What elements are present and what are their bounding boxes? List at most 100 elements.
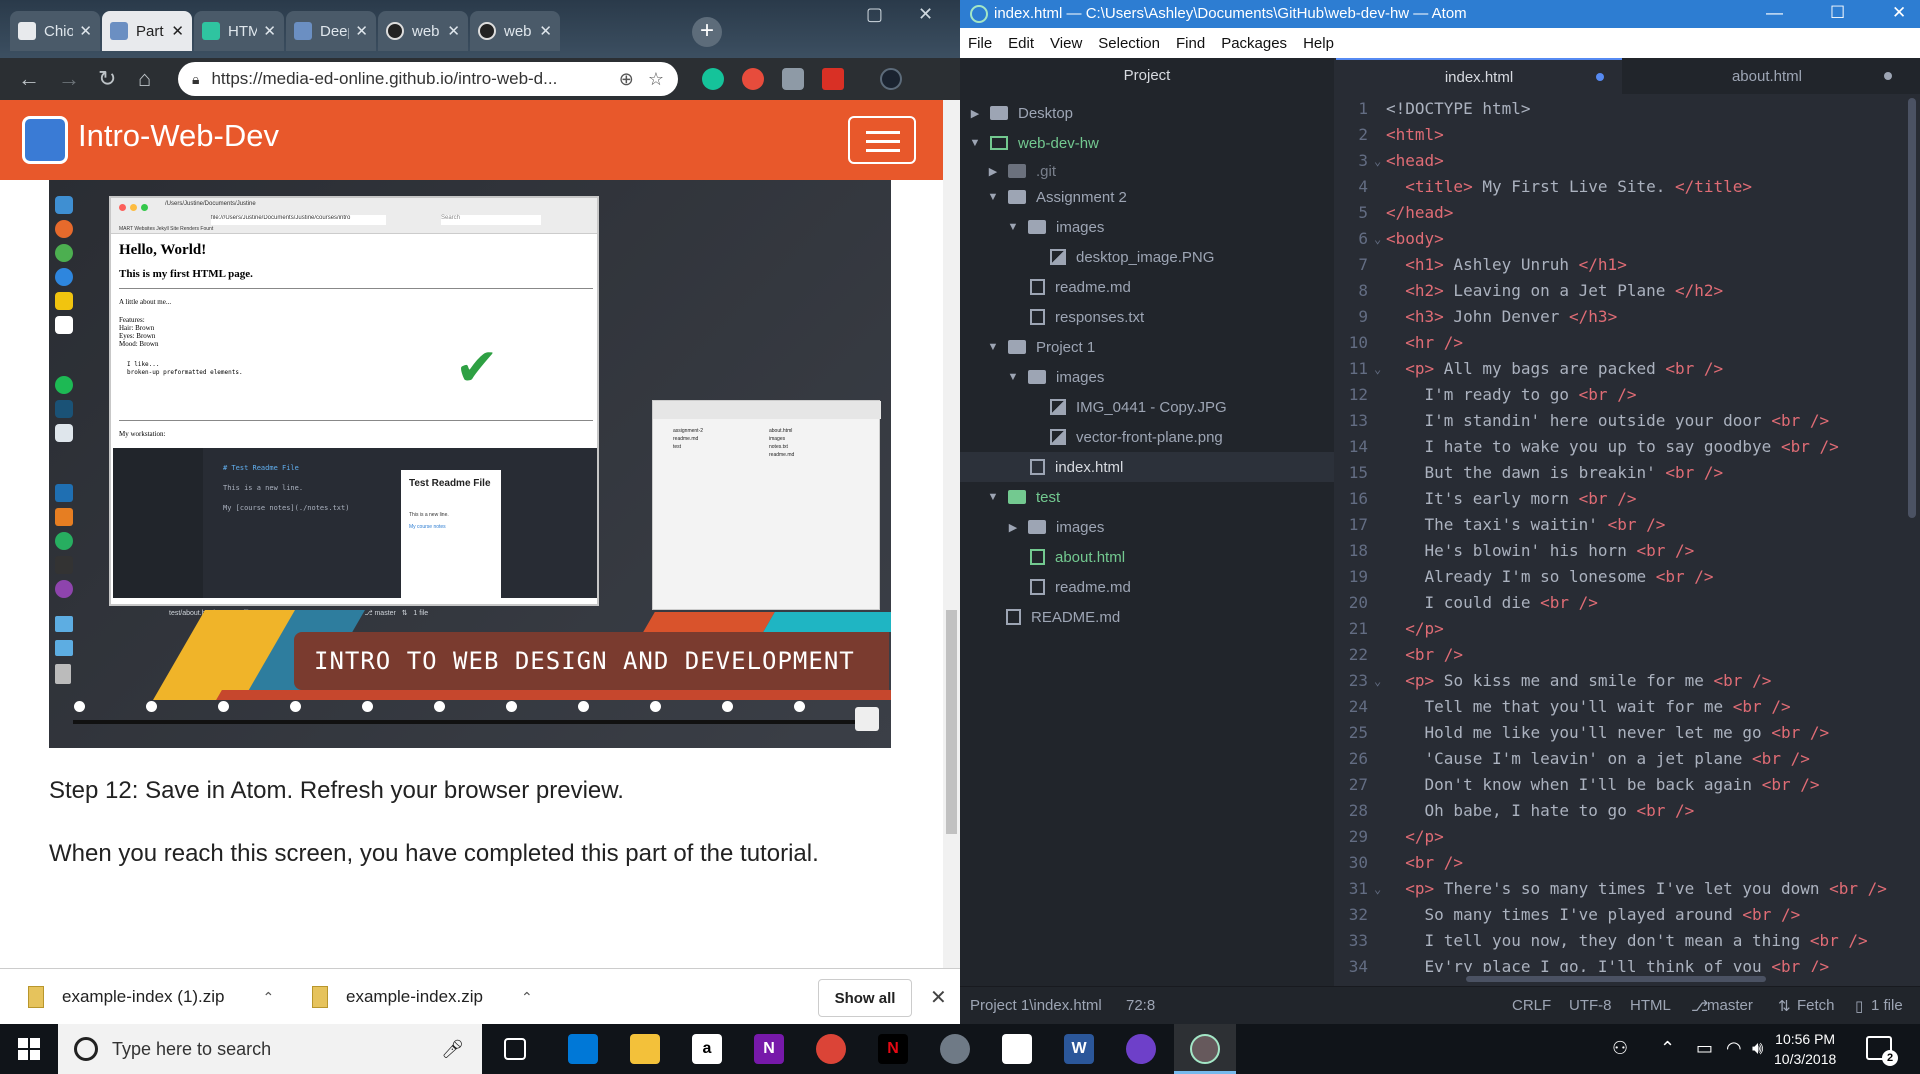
tree-item[interactable]: desktop_image.PNG (960, 242, 1334, 272)
browser-tab[interactable]: HTM ✕ (194, 11, 284, 51)
profile-avatar[interactable] (880, 68, 902, 90)
code-line[interactable]: 6 ⌄ <body> (1336, 226, 1920, 252)
code-line[interactable]: 9 <h3> John Denver </h3> (1336, 304, 1920, 330)
code-line[interactable]: 26 'Cause I'm leavin' on a jet plane <br… (1336, 746, 1920, 772)
slide-dot[interactable] (146, 701, 157, 712)
code-line[interactable]: 13 I'm standin' here outside your door <… (1336, 408, 1920, 434)
code-line[interactable]: 32 So many times I've played around <br … (1336, 902, 1920, 928)
tree-item[interactable]: ▼ web-dev-hw (960, 128, 1334, 158)
hamburger-menu-button[interactable] (848, 116, 916, 164)
windows-start-icon[interactable] (18, 1038, 40, 1060)
slide-dot[interactable] (650, 701, 661, 712)
download-item[interactable]: example-index (1).zip ⌃ (28, 981, 274, 1013)
status-file-path[interactable]: Project 1\index.html (970, 997, 1102, 1014)
chevron-down-icon[interactable]: ▼ (986, 191, 1000, 203)
status-grammar[interactable]: HTML (1630, 997, 1671, 1014)
status-files[interactable]: 1 file (1871, 997, 1903, 1014)
extension-icon[interactable] (782, 68, 804, 90)
status-line-ending[interactable]: CRLF (1512, 997, 1551, 1014)
tree-item[interactable]: ▶ Desktop (960, 98, 1334, 128)
code-line[interactable]: 31 ⌄ <p> There's so many times I've let y… (1336, 876, 1920, 902)
close-icon[interactable]: ✕ (930, 985, 947, 1010)
slide-dot[interactable] (506, 701, 517, 712)
tree-item[interactable]: ▶ images (960, 512, 1334, 542)
tree-item[interactable]: README.md (960, 602, 1334, 632)
tree-item[interactable]: readme.md (960, 572, 1334, 602)
chevron-up-icon[interactable]: ⌃ (263, 989, 275, 1006)
notification-icon[interactable]: 2 (1866, 1036, 1898, 1066)
code-line[interactable]: 20 I could die <br /> (1336, 590, 1920, 616)
browser-tab-active[interactable]: Part ✕ (102, 11, 192, 51)
tab-close-icon[interactable]: ✕ (539, 22, 552, 40)
store-icon[interactable] (568, 1034, 598, 1064)
code-line[interactable]: 23 ⌄ <p> So kiss me and smile for me <br … (1336, 668, 1920, 694)
shield-extension-icon[interactable] (822, 68, 844, 90)
close-window-icon[interactable]: ✕ (918, 4, 933, 25)
menu-selection[interactable]: Selection (1098, 35, 1160, 52)
forward-arrow-icon[interactable]: → (58, 66, 80, 92)
code-line[interactable]: 16 It's early morn <br /> (1336, 486, 1920, 512)
chevron-right-icon[interactable]: ▶ (968, 107, 982, 120)
code-line[interactable]: 33 I tell you now, they don't mean a thi… (1336, 928, 1920, 954)
code-line[interactable]: 10 <hr /> (1336, 330, 1920, 356)
address-url[interactable]: https://media-ed-online.github.io/intro-… (211, 69, 618, 89)
code-line[interactable]: 5 </head> (1336, 200, 1920, 226)
code-line[interactable]: 29 </p> (1336, 824, 1920, 850)
code-line[interactable]: 30 <br /> (1336, 850, 1920, 876)
tree-item[interactable]: IMG_0441 - Copy.JPG (960, 392, 1334, 422)
taskbar-search-box[interactable]: Type here to search 🎤︎ (58, 1024, 482, 1074)
fold-chevron-icon[interactable]: ⌄ (1374, 226, 1381, 252)
code-line[interactable]: 1 <!DOCTYPE html> (1336, 96, 1920, 122)
slide-dot[interactable] (362, 701, 373, 712)
tree-item[interactable]: ▼ Project 1 (960, 332, 1334, 362)
address-bar[interactable]: 🔒︎ https://media-ed-online.github.io/int… (178, 62, 678, 96)
menu-view[interactable]: View (1050, 35, 1082, 52)
code-line[interactable]: 22 <br /> (1336, 642, 1920, 668)
tutorial-slideshow[interactable]: /Users/Justine/Documents/Justine file://… (49, 180, 891, 748)
code-line[interactable]: 12 I'm ready to go <br /> (1336, 382, 1920, 408)
home-icon[interactable]: ⌂ (138, 66, 151, 92)
code-line[interactable]: 28 Oh babe, I hate to go <br /> (1336, 798, 1920, 824)
code-line[interactable]: 21 </p> (1336, 616, 1920, 642)
restore-icon[interactable]: ▢ (866, 4, 883, 25)
slide-dot[interactable] (74, 701, 85, 712)
netflix-icon[interactable]: N (878, 1034, 908, 1064)
tab-close-icon[interactable]: ✕ (447, 22, 460, 40)
chevron-down-icon[interactable]: ▼ (986, 341, 1000, 353)
show-all-button[interactable]: Show all (818, 979, 912, 1017)
grammarly-extension-icon[interactable] (702, 68, 724, 90)
editor-hscrollbar-thumb[interactable] (1466, 976, 1766, 982)
code-line[interactable]: 7 <h1> Ashley Unruh </h1> (1336, 252, 1920, 278)
code-line[interactable]: 34 Ev'ry place I go, I'll think of you <… (1336, 954, 1920, 972)
tree-item[interactable]: readme.md (960, 272, 1334, 302)
atom-icon[interactable] (1190, 1034, 1220, 1064)
site-title[interactable]: Intro-Web-Dev (78, 118, 279, 154)
amazon-icon[interactable]: a (692, 1034, 722, 1064)
code-line[interactable]: 27 Don't know when I'll be back again <b… (1336, 772, 1920, 798)
github-desktop-icon[interactable] (1126, 1034, 1156, 1064)
browser-tab[interactable]: Chio ✕ (10, 11, 100, 51)
editor-tab[interactable]: about.html (1624, 58, 1910, 94)
zoom-icon[interactable]: ⊕ (619, 69, 634, 90)
tab-close-icon[interactable]: ✕ (263, 22, 276, 40)
menu-find[interactable]: Find (1176, 35, 1205, 52)
status-encoding[interactable]: UTF-8 (1569, 997, 1612, 1014)
chevron-up-icon[interactable]: ⌃ (1660, 1038, 1675, 1059)
download-filename[interactable]: example-index (1).zip (62, 987, 225, 1007)
reload-icon[interactable]: ↻ (98, 66, 116, 92)
slide-dot[interactable] (794, 701, 805, 712)
site-logo-icon[interactable] (22, 116, 68, 164)
tab-close-icon[interactable]: ✕ (355, 22, 368, 40)
onenote-icon[interactable]: N (754, 1034, 784, 1064)
close-window-icon[interactable]: ✕ (1892, 3, 1906, 23)
tree-item[interactable]: ▼ images (960, 212, 1334, 242)
browser-tab[interactable]: Deep ✕ (286, 11, 376, 51)
browser-tab[interactable]: web ✕ (378, 11, 468, 51)
tree-item[interactable]: ▼ test (960, 482, 1334, 512)
minimize-icon[interactable]: — (1766, 3, 1783, 23)
tab-close-icon[interactable]: ✕ (171, 22, 184, 40)
chevron-down-icon[interactable]: ▼ (1006, 371, 1020, 383)
new-tab-button[interactable]: + (692, 17, 722, 47)
code-line[interactable]: 11 ⌄ <p> All my bags are packed <br /> (1336, 356, 1920, 382)
slide-dot[interactable] (434, 701, 445, 712)
